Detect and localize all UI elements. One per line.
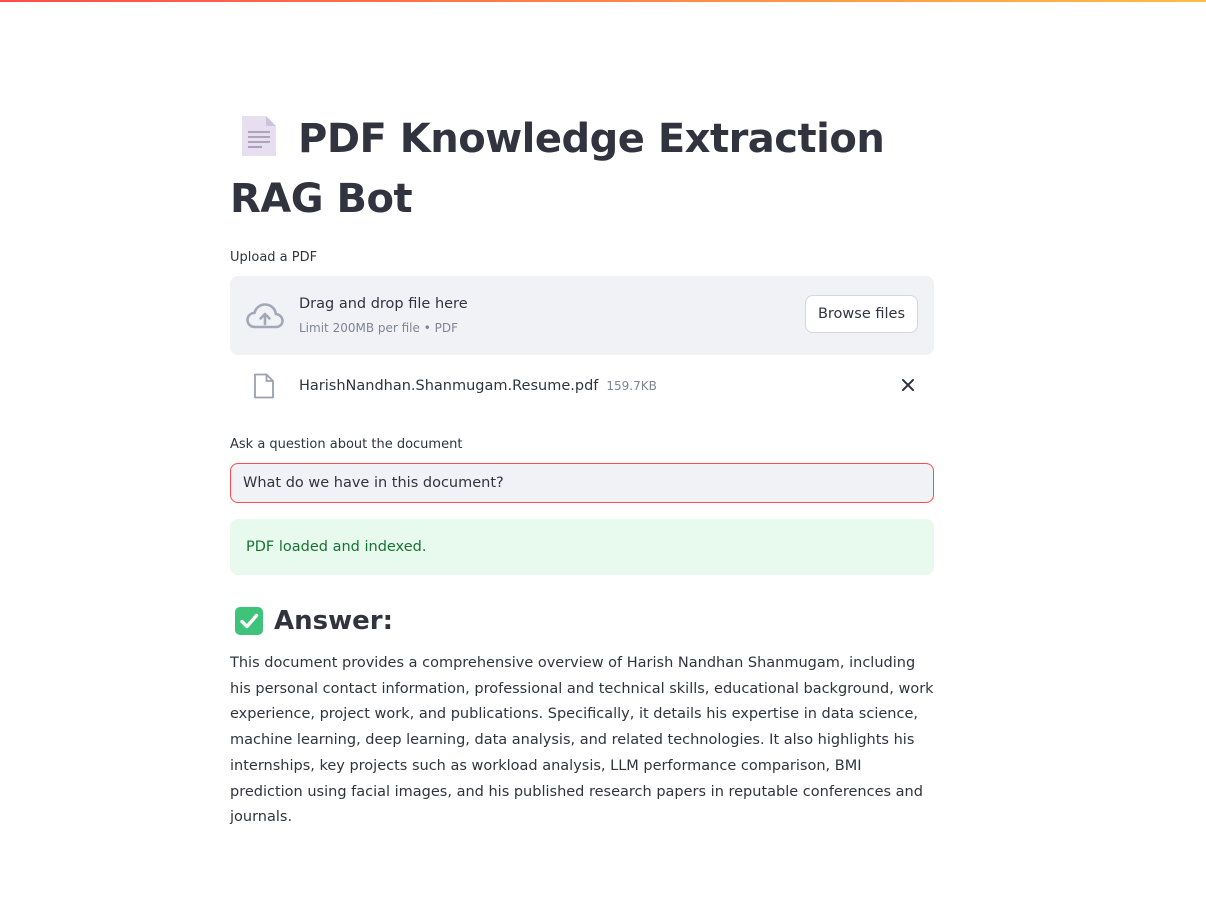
- main-container: PDF Knowledge Extraction RAG Bot Upload …: [230, 112, 934, 831]
- upload-label: Upload a PDF: [230, 250, 318, 265]
- uploaded-file-name: HarishNandhan.Shanmugam.Resume.pdf: [299, 378, 599, 394]
- dropzone-primary-text: Drag and drop file here: [299, 296, 468, 312]
- question-label: Ask a question about the document: [230, 437, 463, 452]
- uploaded-file-row: HarishNandhan.Shanmugam.Resume.pdf 159.7…: [230, 355, 934, 417]
- page-title-text: PDF Knowledge Extraction RAG Bot: [230, 116, 885, 222]
- check-mark-button-icon: [235, 607, 263, 635]
- question-input[interactable]: [230, 463, 934, 503]
- page-title: PDF Knowledge Extraction RAG Bot: [230, 112, 934, 226]
- status-message: PDF loaded and indexed.: [246, 539, 427, 555]
- page-facing-up-icon: [240, 114, 278, 172]
- answer-heading-text: Answer:: [274, 606, 393, 636]
- file-icon: [254, 373, 274, 399]
- status-success-alert: PDF loaded and indexed.: [230, 519, 934, 575]
- remove-file-button[interactable]: [898, 375, 918, 395]
- uploaded-file-size: 159.7KB: [606, 379, 657, 393]
- dropzone-limit-text: Limit 200MB per file • PDF: [299, 321, 458, 335]
- top-decoration-bar: [0, 0, 1206, 2]
- file-dropzone[interactable]: Drag and drop file here Limit 200MB per …: [230, 276, 934, 355]
- answer-heading: Answer:: [230, 603, 934, 639]
- answer-text: This document provides a comprehensive o…: [230, 655, 934, 826]
- browse-files-button[interactable]: Browse files: [804, 295, 918, 333]
- cloud-upload-icon: [246, 302, 284, 328]
- close-icon: [902, 379, 914, 391]
- dropzone-instructions: Drag and drop file here Limit 200MB per …: [299, 294, 468, 337]
